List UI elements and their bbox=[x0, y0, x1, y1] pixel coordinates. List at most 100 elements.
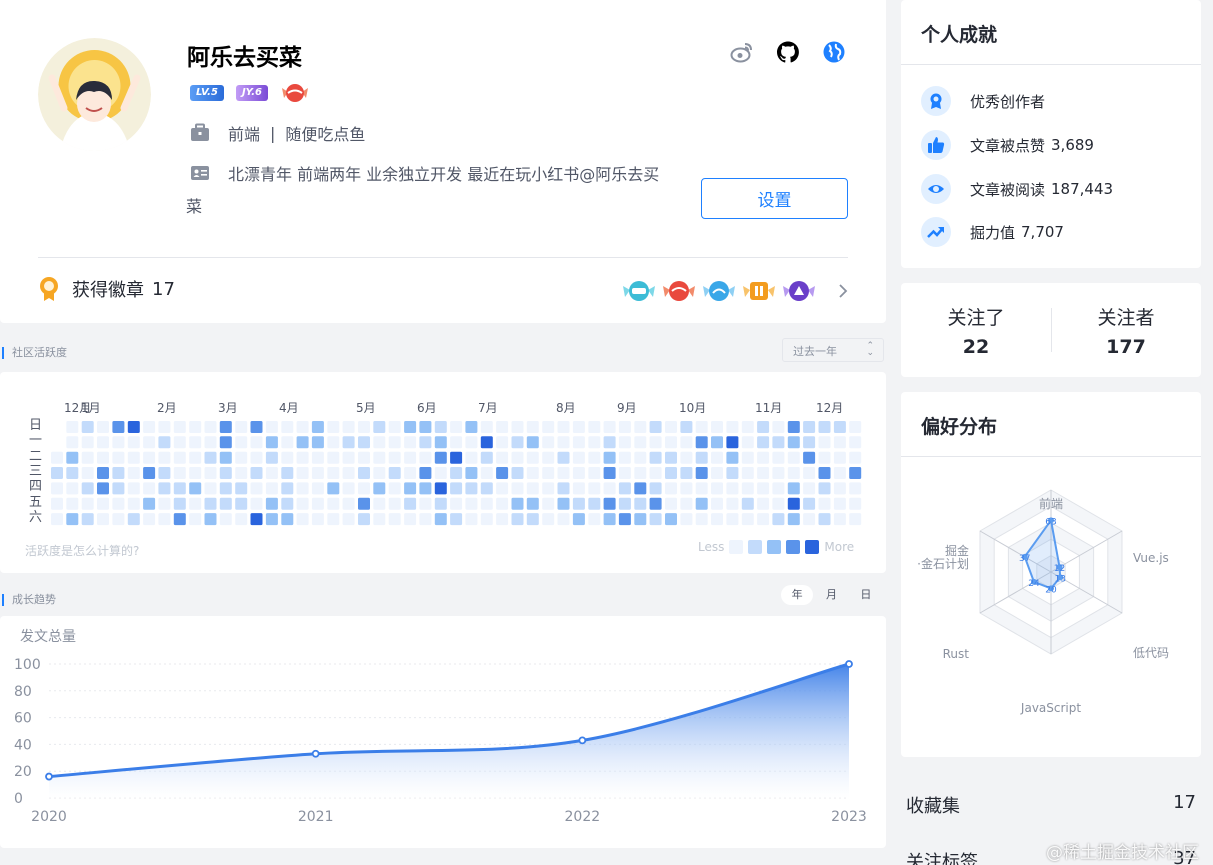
heatmap-cell[interactable] bbox=[741, 497, 754, 510]
heatmap-cell[interactable] bbox=[680, 421, 693, 433]
heatmap-cell[interactable] bbox=[404, 436, 417, 449]
heatmap-cell[interactable] bbox=[51, 451, 63, 464]
heatmap-cell[interactable] bbox=[833, 513, 846, 526]
heatmap-cell[interactable] bbox=[388, 467, 401, 479]
heatmap-cell[interactable] bbox=[711, 513, 723, 526]
heatmap-cell[interactable] bbox=[542, 482, 555, 495]
heatmap-cell[interactable] bbox=[51, 467, 63, 479]
heatmap-cell[interactable] bbox=[342, 467, 355, 479]
heatmap-cell[interactable] bbox=[833, 451, 846, 464]
heatmap-cell[interactable] bbox=[419, 436, 432, 449]
heatmap-cell[interactable] bbox=[434, 436, 447, 449]
heatmap-cell[interactable] bbox=[450, 451, 463, 464]
heatmap-cell[interactable] bbox=[342, 482, 355, 495]
heatmap-cell[interactable] bbox=[557, 497, 570, 510]
heatmap-cell[interactable] bbox=[772, 482, 785, 495]
heatmap-cell[interactable] bbox=[204, 513, 217, 526]
heatmap-cell[interactable] bbox=[204, 497, 217, 510]
heatmap-cell[interactable] bbox=[235, 513, 248, 526]
heatmap-cell[interactable] bbox=[634, 467, 647, 479]
heatmap-cell[interactable] bbox=[572, 497, 585, 510]
heatmap-cell[interactable] bbox=[465, 451, 478, 464]
heatmap-cell[interactable] bbox=[281, 467, 294, 479]
heatmap-cell[interactable] bbox=[143, 497, 156, 510]
heatmap-cell[interactable] bbox=[680, 451, 693, 464]
badge-icon[interactable] bbox=[702, 278, 736, 304]
heatmap-cell[interactable] bbox=[265, 482, 278, 495]
heatmap-cell[interactable] bbox=[281, 421, 294, 433]
heatmap-cell[interactable] bbox=[296, 467, 309, 479]
heatmap-cell[interactable] bbox=[496, 497, 509, 510]
heatmap-cell[interactable] bbox=[388, 451, 401, 464]
heatmap-cell[interactable] bbox=[358, 467, 370, 479]
heatmap-cell[interactable] bbox=[97, 497, 109, 510]
heatmap-cell[interactable] bbox=[219, 451, 232, 464]
heatmap-cell[interactable] bbox=[358, 436, 370, 449]
badge-icon[interactable] bbox=[622, 278, 656, 304]
heatmap-cell[interactable] bbox=[542, 513, 555, 526]
heatmap-cell[interactable] bbox=[588, 482, 601, 495]
heatmap-cell[interactable] bbox=[572, 513, 585, 526]
heatmap-cell[interactable] bbox=[526, 513, 539, 526]
heatmap-cell[interactable] bbox=[404, 421, 417, 433]
heatmap-cell[interactable] bbox=[634, 436, 647, 449]
heatmap-cell[interactable] bbox=[265, 421, 278, 433]
heatmap-cell[interactable] bbox=[296, 513, 309, 526]
heatmap-cell[interactable] bbox=[572, 421, 585, 433]
heatmap-cell[interactable] bbox=[849, 513, 862, 526]
heatmap-cell[interactable] bbox=[358, 513, 370, 526]
heatmap-cell[interactable] bbox=[204, 421, 217, 433]
heatmap-cell[interactable] bbox=[557, 467, 570, 479]
heatmap-cell[interactable] bbox=[66, 436, 79, 449]
heatmap-cell[interactable] bbox=[618, 482, 631, 495]
heatmap-cell[interactable] bbox=[526, 436, 539, 449]
heatmap-cell[interactable] bbox=[618, 497, 631, 510]
heatmap-cell[interactable] bbox=[250, 497, 263, 510]
heatmap-cell[interactable] bbox=[358, 421, 370, 433]
heatmap-cell[interactable] bbox=[757, 482, 770, 495]
heatmap-cell[interactable] bbox=[127, 436, 140, 449]
heatmap-cell[interactable] bbox=[97, 451, 109, 464]
medal-badge-icon[interactable] bbox=[280, 82, 310, 104]
heatmap-cell[interactable] bbox=[772, 421, 785, 433]
heatmap-cell[interactable] bbox=[496, 451, 509, 464]
heatmap-cell[interactable] bbox=[112, 467, 125, 479]
heatmap-cell[interactable] bbox=[480, 482, 493, 495]
heatmap-cell[interactable] bbox=[158, 421, 171, 433]
heatmap-cell[interactable] bbox=[772, 497, 785, 510]
heatmap-cell[interactable] bbox=[173, 513, 186, 526]
heatmap-cell[interactable] bbox=[250, 482, 263, 495]
heatmap-cell[interactable] bbox=[787, 482, 800, 495]
heatmap-cell[interactable] bbox=[404, 467, 417, 479]
heatmap-cell[interactable] bbox=[480, 467, 493, 479]
heatmap-cell[interactable] bbox=[250, 436, 263, 449]
heatmap-cell[interactable] bbox=[480, 451, 493, 464]
activity-range-select[interactable]: 过去一年 ⌃ ⌄ bbox=[782, 338, 884, 362]
following-stat[interactable]: 关注了 22 bbox=[901, 303, 1051, 358]
heatmap-cell[interactable] bbox=[787, 497, 800, 510]
heatmap-cell[interactable] bbox=[557, 421, 570, 433]
heatmap-cell[interactable] bbox=[511, 497, 524, 510]
heatmap-cell[interactable] bbox=[526, 421, 539, 433]
heatmap-cell[interactable] bbox=[726, 451, 739, 464]
heatmap-cell[interactable] bbox=[511, 513, 524, 526]
heatmap-cell[interactable] bbox=[235, 482, 248, 495]
heatmap-cell[interactable] bbox=[665, 513, 677, 526]
heatmap-cell[interactable] bbox=[665, 451, 677, 464]
heatmap-cell[interactable] bbox=[327, 497, 340, 510]
heatmap-cell[interactable] bbox=[342, 497, 355, 510]
data-point[interactable] bbox=[45, 772, 53, 781]
heatmap-cell[interactable] bbox=[634, 497, 647, 510]
heatmap-cell[interactable] bbox=[388, 513, 401, 526]
heatmap-cell[interactable] bbox=[342, 421, 355, 433]
heatmap-cell[interactable] bbox=[511, 421, 524, 433]
heatmap-cell[interactable] bbox=[66, 451, 79, 464]
heatmap-cell[interactable] bbox=[342, 513, 355, 526]
heatmap-cell[interactable] bbox=[97, 421, 109, 433]
heatmap-cell[interactable] bbox=[434, 451, 447, 464]
heatmap-cell[interactable] bbox=[373, 513, 386, 526]
heatmap-cell[interactable] bbox=[158, 513, 171, 526]
heatmap-cell[interactable] bbox=[757, 497, 770, 510]
heatmap-cell[interactable] bbox=[311, 467, 324, 479]
heatmap-cell[interactable] bbox=[158, 451, 171, 464]
